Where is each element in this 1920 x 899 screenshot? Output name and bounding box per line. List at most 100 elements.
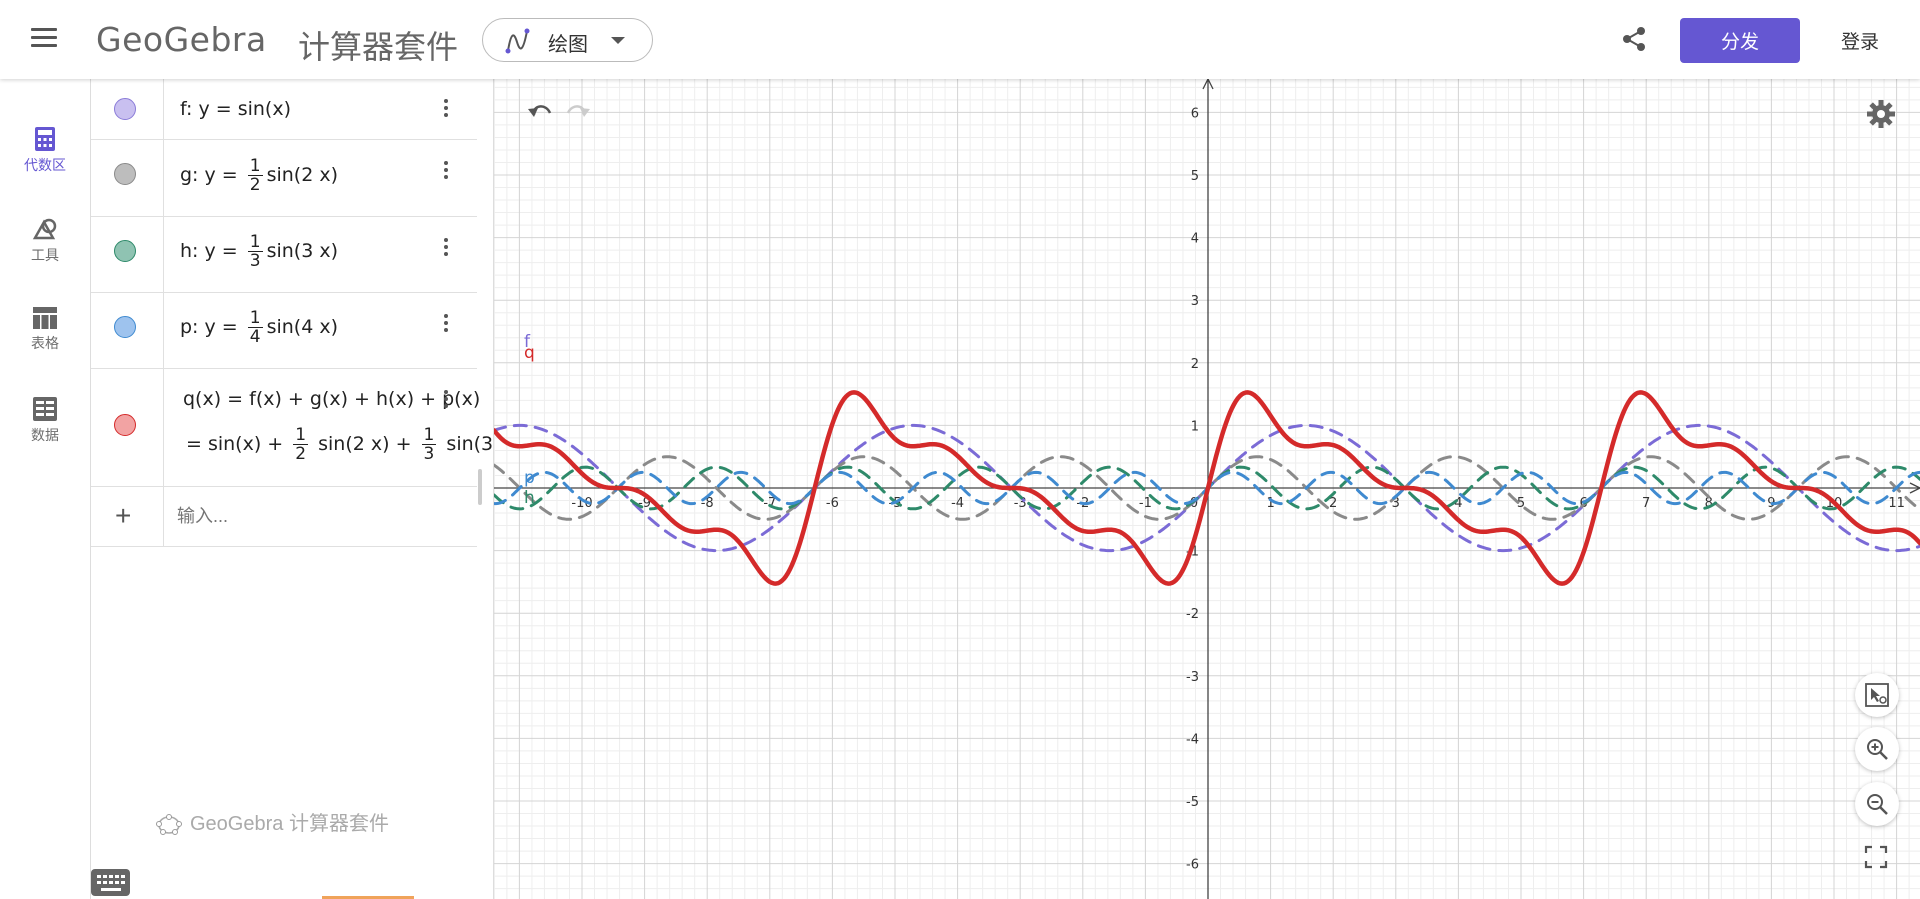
marble-cell bbox=[91, 216, 164, 292]
plus-icon[interactable]: + bbox=[115, 500, 131, 532]
expression-q-definition[interactable]: q(x) = f(x) + g(x) + h(x) + p(x) bbox=[183, 388, 480, 410]
frac-num: 1 bbox=[247, 232, 263, 252]
algebra-row-h[interactable]: h: y = 1 3 sin(3 x) bbox=[91, 216, 477, 293]
top-bar: GeoGebra 计算器套件 绘图 分发 登录 bbox=[0, 0, 1920, 79]
x-tick-label: -1 bbox=[1139, 496, 1152, 511]
y-tick-label: -4 bbox=[1186, 732, 1199, 747]
visibility-toggle-q[interactable] bbox=[114, 414, 136, 436]
undo-icon[interactable] bbox=[526, 99, 554, 121]
chevron-down-icon bbox=[611, 37, 625, 44]
expr-prefix: p: y = bbox=[180, 316, 244, 338]
y-tick-label: -2 bbox=[1186, 607, 1199, 622]
redo-icon[interactable] bbox=[564, 99, 592, 121]
panel-brand-text: GeoGebra 计算器套件 bbox=[190, 813, 389, 835]
algebra-row-q[interactable]: q(x) = f(x) + g(x) + h(x) + p(x) = sin(x… bbox=[91, 368, 493, 487]
app-picker-label: 绘图 bbox=[548, 34, 588, 56]
marble-cell bbox=[91, 79, 164, 139]
frac-num: 1 bbox=[421, 425, 437, 445]
geogebra-logo: GeoGebra bbox=[96, 20, 267, 59]
more-options-icon[interactable] bbox=[443, 314, 449, 335]
tools-icon bbox=[32, 218, 57, 240]
expr-body: sin(4 x) bbox=[266, 316, 338, 338]
marble-cell bbox=[91, 139, 164, 216]
frac-den: 2 bbox=[249, 175, 261, 195]
expr-part: sin(3 bbox=[440, 433, 494, 455]
rail-item-data[interactable]: 数据 bbox=[0, 397, 90, 477]
panel-brand: GeoGebra 计算器套件 bbox=[156, 807, 389, 837]
scrollbar[interactable] bbox=[478, 469, 482, 505]
more-options-icon[interactable] bbox=[443, 99, 449, 120]
curve-label-h: h bbox=[524, 488, 535, 508]
y-tick-label: -6 bbox=[1186, 858, 1199, 873]
x-tick-label: -6 bbox=[826, 496, 839, 511]
zoom-out-button[interactable] bbox=[1855, 782, 1899, 826]
expression-g[interactable]: g: y = 1 2 sin(2 x) bbox=[180, 157, 338, 194]
y-tick-label: -5 bbox=[1186, 795, 1199, 810]
more-options-icon[interactable] bbox=[443, 161, 449, 182]
y-tick-label: 5 bbox=[1191, 169, 1199, 184]
gear-icon[interactable] bbox=[1866, 99, 1896, 129]
more-options-icon[interactable] bbox=[443, 390, 449, 411]
rail-label-tools: 工具 bbox=[31, 247, 59, 263]
more-options-icon[interactable] bbox=[443, 238, 449, 259]
expr-body: sin(3 x) bbox=[266, 240, 338, 262]
graphics-view[interactable]: -10 -9 -8 -7 -6 -5 -4 -3 -2 -1 0 1 2 3 4 5 6 7 8 9 10 11 -6 -5-… bbox=[494, 79, 1920, 899]
expr-body: sin(2 x) bbox=[266, 164, 338, 186]
algebra-input[interactable] bbox=[175, 488, 469, 544]
fraction: 12 bbox=[247, 156, 263, 195]
visibility-toggle-f[interactable] bbox=[114, 98, 136, 120]
distribute-button[interactable]: 分发 bbox=[1680, 18, 1800, 63]
rail-item-algebra[interactable]: 代数区 bbox=[0, 127, 90, 207]
login-button[interactable]: 登录 bbox=[1823, 18, 1897, 63]
left-navigation-rail: 代数区 工具 表格 数据 bbox=[0, 79, 90, 899]
algebra-row-p[interactable]: p: y = 1 4 sin(4 x) bbox=[91, 292, 477, 369]
fraction: 12 bbox=[293, 426, 309, 464]
fraction: 13 bbox=[247, 232, 263, 271]
curve-label-q: q bbox=[524, 343, 535, 363]
algebra-row-g[interactable]: g: y = 1 2 sin(2 x) bbox=[91, 139, 477, 217]
algebra-input-row: + bbox=[91, 486, 477, 547]
frac-num: 1 bbox=[247, 308, 263, 328]
share-icon[interactable] bbox=[1620, 25, 1648, 53]
visibility-toggle-h[interactable] bbox=[114, 240, 136, 262]
expr-body: sin(x) bbox=[237, 98, 291, 120]
expression-f[interactable]: f: y = sin(x) bbox=[180, 98, 291, 120]
fullscreen-icon[interactable] bbox=[1864, 845, 1888, 869]
marble-cell bbox=[91, 292, 164, 368]
expression-q-value: = sin(x) + 12 sin(2 x) + 13 sin(3 bbox=[186, 426, 493, 463]
rail-item-tools[interactable]: 工具 bbox=[0, 217, 90, 297]
frac-den: 2 bbox=[295, 444, 307, 464]
x-tick-label: 4 bbox=[1454, 496, 1462, 511]
data-icon bbox=[33, 397, 57, 421]
table-icon bbox=[33, 307, 57, 329]
rail-label-algebra: 代数区 bbox=[24, 157, 66, 173]
rail-label-data: 数据 bbox=[31, 427, 59, 443]
zoom-out-icon bbox=[1867, 794, 1888, 815]
rail-item-table[interactable]: 表格 bbox=[0, 307, 90, 387]
graph-canvas[interactable]: -10 -9 -8 -7 -6 -5 -4 -3 -2 -1 0 1 2 3 4 5 6 7 8 9 10 11-6-5-… bbox=[494, 79, 1920, 899]
expr-prefix: h: y = bbox=[180, 240, 244, 262]
visibility-toggle-g[interactable] bbox=[114, 163, 136, 185]
y-tick-label: 2 bbox=[1191, 357, 1199, 372]
calculator-icon bbox=[35, 127, 55, 151]
select-object-button[interactable] bbox=[1855, 673, 1899, 717]
y-tick-label: 4 bbox=[1191, 232, 1199, 247]
menu-icon[interactable] bbox=[31, 28, 57, 48]
zoom-in-button[interactable] bbox=[1855, 727, 1899, 771]
frac-den: 3 bbox=[249, 251, 261, 271]
fraction: 14 bbox=[247, 308, 263, 346]
visibility-toggle-p[interactable] bbox=[114, 316, 136, 338]
marble-cell bbox=[91, 368, 164, 486]
suite-title: 计算器套件 bbox=[298, 28, 459, 66]
frac-den: 3 bbox=[423, 444, 435, 464]
fraction: 13 bbox=[421, 425, 437, 464]
algebra-row-f[interactable]: f: y = sin(x) bbox=[91, 79, 477, 140]
frac-num: 1 bbox=[247, 156, 263, 176]
curve-label-p: p bbox=[524, 468, 535, 488]
expr-part: = sin(x) + bbox=[186, 433, 290, 455]
expression-p[interactable]: p: y = 1 4 sin(4 x) bbox=[180, 309, 338, 346]
keyboard-icon[interactable] bbox=[91, 869, 130, 896]
app-picker[interactable]: 绘图 bbox=[482, 18, 653, 62]
geogebra-logo-icon bbox=[156, 813, 182, 835]
expression-h[interactable]: h: y = 1 3 sin(3 x) bbox=[180, 233, 338, 270]
